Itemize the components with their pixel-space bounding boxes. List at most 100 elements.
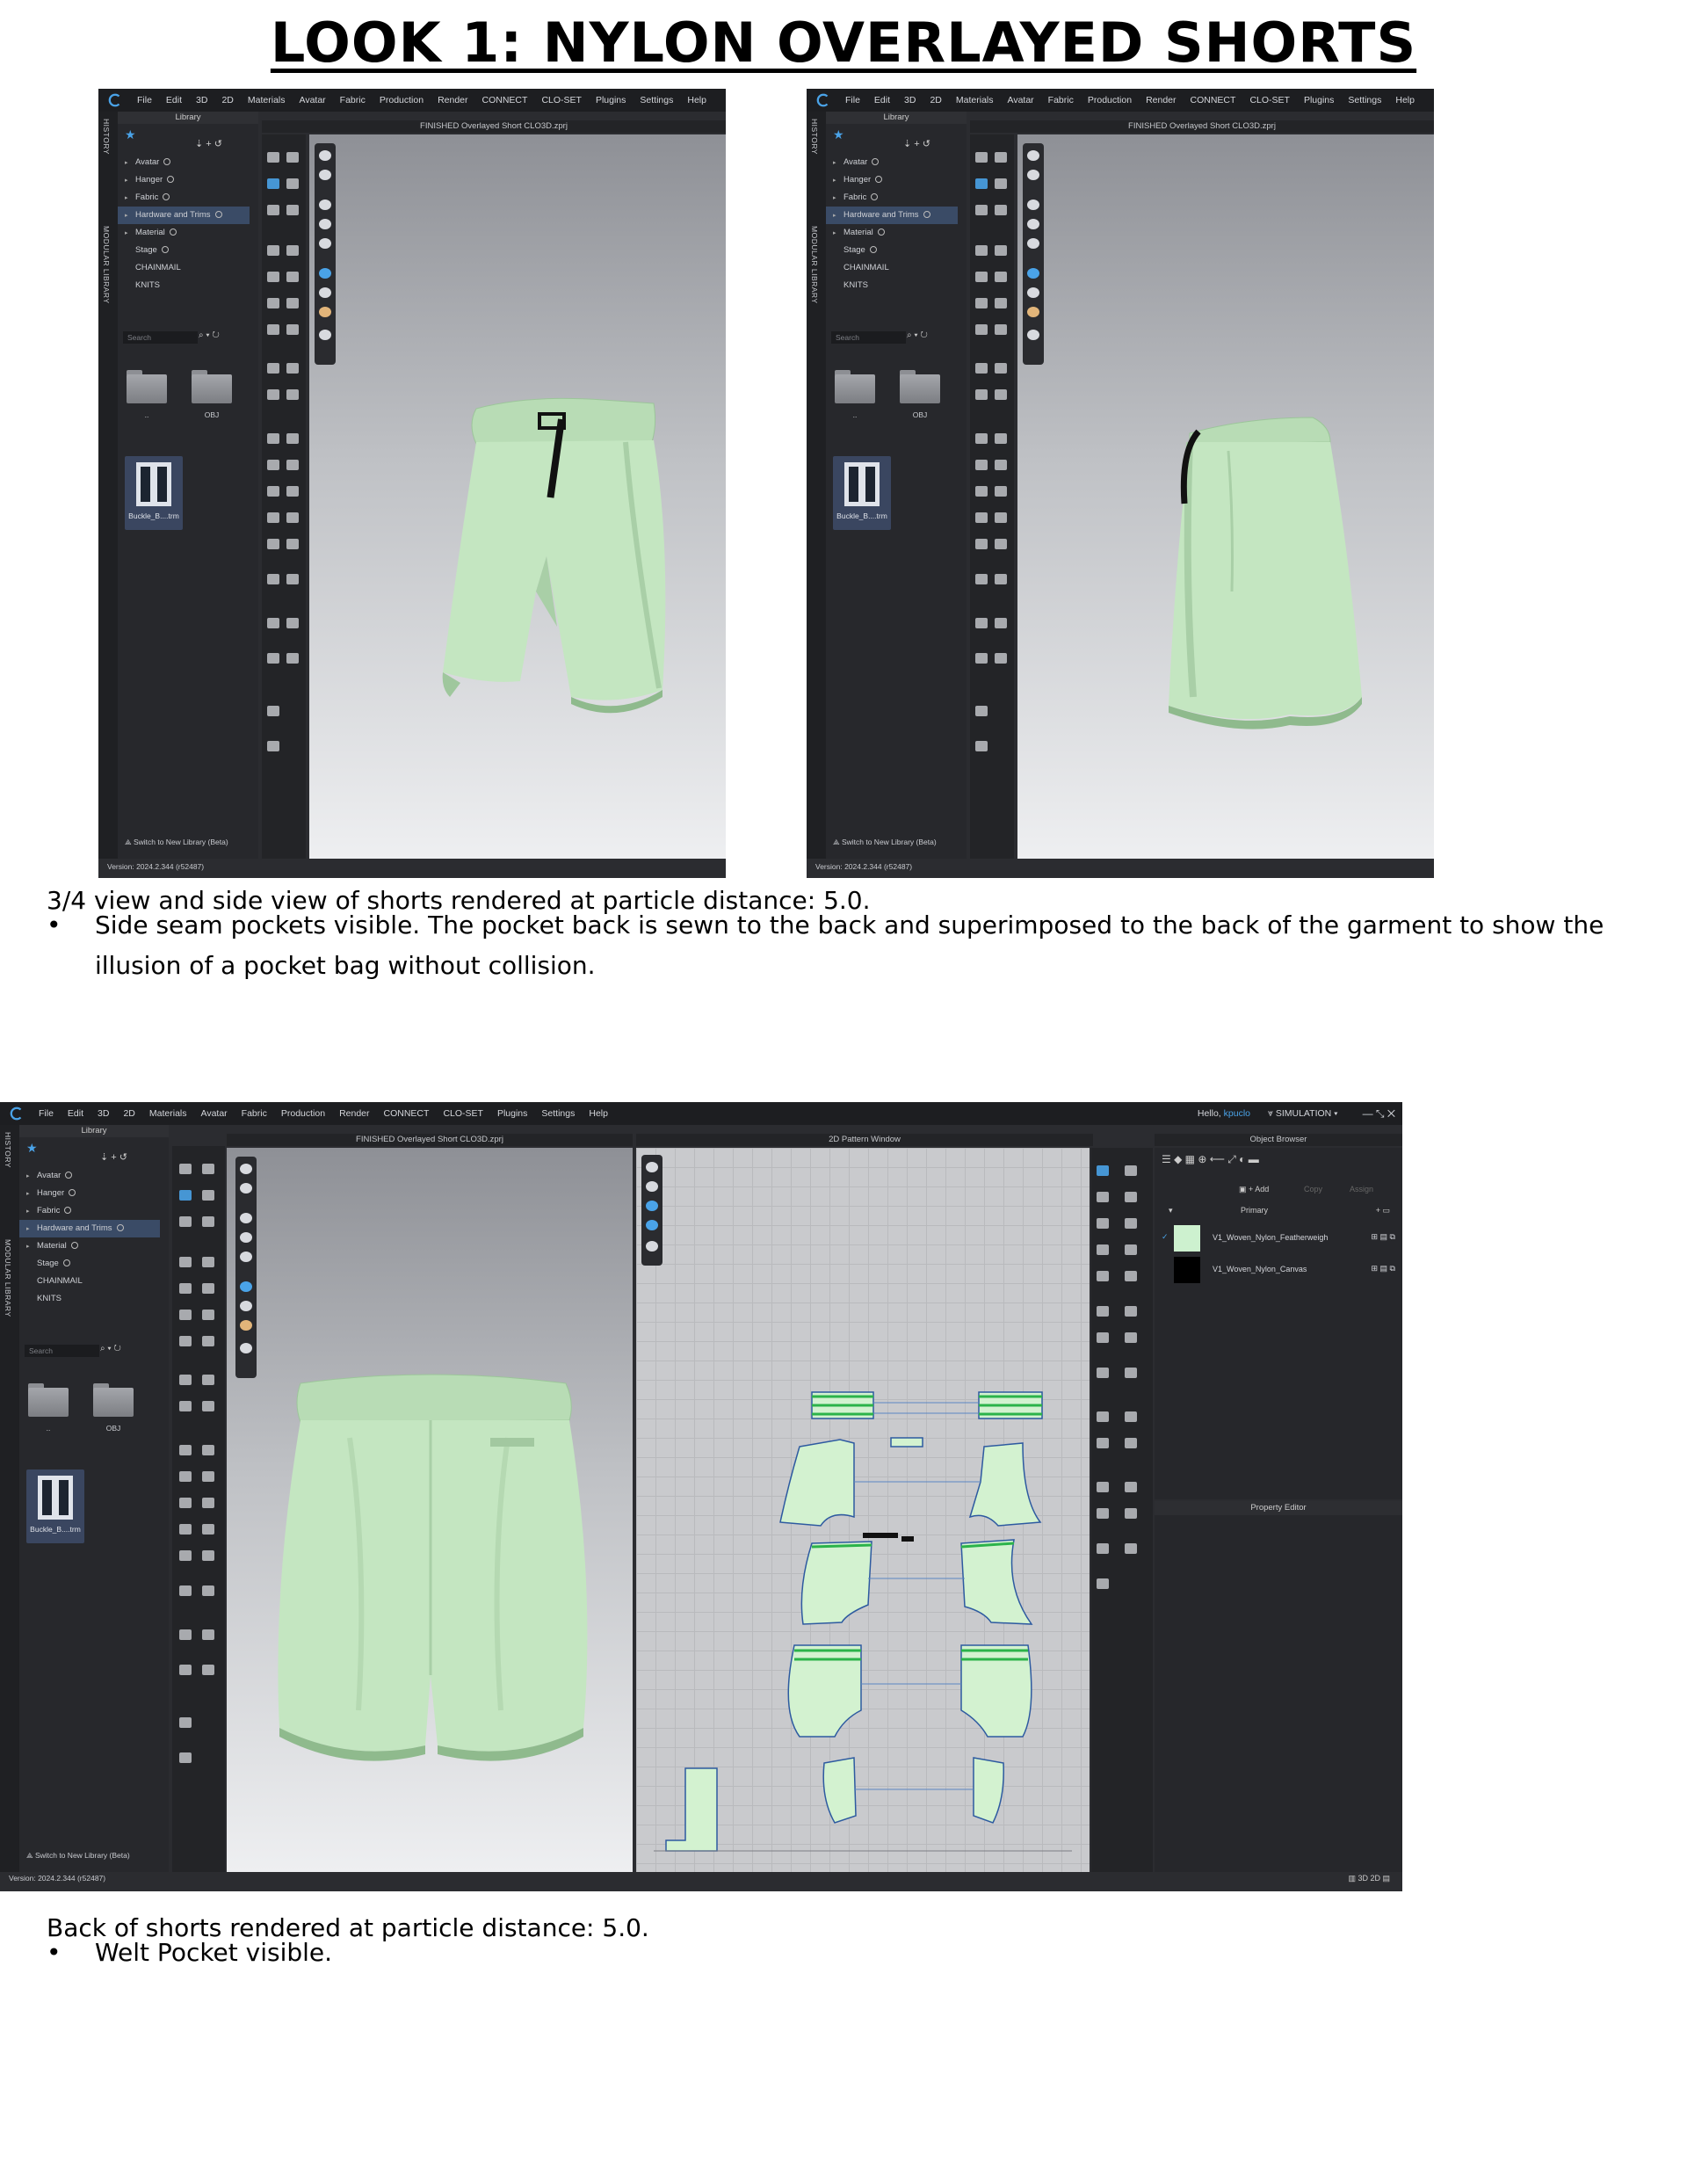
menu-render[interactable]: Render — [438, 95, 467, 105]
menu-clo-set[interactable]: CLO-SET — [541, 95, 582, 105]
history-tab[interactable]: HISTORY — [4, 1132, 12, 1168]
folder-up-icon[interactable] — [835, 370, 875, 403]
favorites-star-icon[interactable]: ★ — [833, 127, 844, 142]
tool-icon[interactable] — [995, 298, 1007, 308]
tree-item-hardware-and-trims[interactable]: ▸ Hardware and Trims — [826, 207, 958, 224]
folder-obj-icon[interactable] — [93, 1383, 134, 1417]
menu-file[interactable]: File — [845, 95, 860, 105]
tool-icon[interactable] — [202, 1216, 214, 1227]
fabric-row-canvas[interactable]: V1_Woven_Nylon_Canvas ⊞ ▤ ⧉ — [1162, 1257, 1395, 1283]
tool-icon[interactable] — [179, 1498, 192, 1508]
menu-help[interactable]: Help — [1395, 95, 1415, 105]
tool-icon[interactable] — [179, 1283, 192, 1294]
tool-icon[interactable] — [179, 1665, 192, 1675]
user-name[interactable]: kpuclo — [1224, 1108, 1250, 1119]
tool-icon[interactable] — [286, 486, 299, 497]
tool-icon[interactable] — [1097, 1438, 1109, 1448]
3d-viewport[interactable] — [309, 134, 726, 859]
tool-icon[interactable] — [202, 1257, 214, 1267]
library-actions-icon[interactable]: ⇣ + ↺ — [903, 138, 930, 149]
tool-icon[interactable] — [995, 618, 1007, 628]
tool-icon[interactable] — [267, 460, 279, 470]
buckle-trim-file[interactable]: Buckle_B....trm — [125, 456, 183, 530]
tool-icon[interactable] — [995, 433, 1007, 444]
tool-icon[interactable] — [179, 1471, 192, 1482]
menu-settings[interactable]: Settings — [541, 1108, 575, 1119]
menu-3d[interactable]: 3D — [98, 1108, 109, 1119]
tool-icon[interactable] — [995, 245, 1007, 256]
tool-icon[interactable] — [179, 1717, 192, 1728]
tool-icon[interactable] — [286, 178, 299, 189]
tool-icon[interactable] — [975, 324, 988, 335]
menu-production[interactable]: Production — [281, 1108, 325, 1119]
tool-icon[interactable] — [267, 574, 279, 584]
tool-icon[interactable] — [1097, 1271, 1109, 1281]
tool-icon[interactable] — [179, 1190, 192, 1201]
3d-viewport[interactable] — [1017, 134, 1434, 859]
menu-production[interactable]: Production — [380, 95, 424, 105]
tool-icon[interactable] — [202, 1550, 214, 1561]
menu-help[interactable]: Help — [687, 95, 706, 105]
tool-icon[interactable] — [1125, 1438, 1137, 1448]
tool-icon[interactable] — [975, 539, 988, 549]
window-controls[interactable]: — ⤡ ✕ — [1363, 1107, 1395, 1121]
tool-icon[interactable] — [179, 1336, 192, 1346]
menu-settings[interactable]: Settings — [1348, 95, 1381, 105]
favorites-star-icon[interactable]: ★ — [125, 127, 136, 142]
tool-icon[interactable] — [267, 245, 279, 256]
tool-icon[interactable] — [1097, 1244, 1109, 1255]
library-actions-icon[interactable]: ⇣ + ↺ — [195, 138, 222, 149]
tool-icon[interactable] — [179, 1375, 192, 1385]
3d-viewport[interactable] — [227, 1148, 633, 1872]
tree-item-stage[interactable]: Stage — [19, 1255, 160, 1273]
tool-icon[interactable] — [1125, 1411, 1137, 1422]
tool-icon[interactable] — [267, 324, 279, 335]
tool-icon[interactable] — [267, 653, 279, 664]
tool-icon[interactable] — [286, 433, 299, 444]
tool-icon[interactable] — [995, 205, 1007, 215]
tool-icon[interactable] — [975, 389, 988, 400]
menu-connect[interactable]: CONNECT — [482, 95, 528, 105]
menu-file[interactable]: File — [39, 1108, 54, 1119]
tool-icon[interactable] — [286, 152, 299, 163]
menu-settings[interactable]: Settings — [640, 95, 673, 105]
folder-up-icon[interactable] — [127, 370, 167, 403]
tool-icon[interactable] — [179, 1216, 192, 1227]
tree-item-material[interactable]: ▸ Material — [118, 224, 250, 242]
tool-icon[interactable] — [995, 574, 1007, 584]
tool-icon[interactable] — [975, 363, 988, 374]
tree-item-material[interactable]: ▸ Material — [19, 1237, 160, 1255]
tree-item-hardware-and-trims[interactable]: ▸ Hardware and Trims — [19, 1220, 160, 1237]
tool-icon[interactable] — [202, 1585, 214, 1596]
tool-icon[interactable] — [179, 1401, 192, 1411]
tree-item-chainmail[interactable]: CHAINMAIL — [118, 259, 250, 277]
tool-icon[interactable] — [267, 205, 279, 215]
tool-icon[interactable] — [995, 460, 1007, 470]
tool-icon[interactable] — [179, 1550, 192, 1561]
tool-icon[interactable] — [1125, 1271, 1137, 1281]
menu-3d[interactable]: 3D — [196, 95, 207, 105]
menu-file[interactable]: File — [137, 95, 152, 105]
folder-obj-icon[interactable] — [192, 370, 232, 403]
switch-library-link[interactable]: ⟁ Switch to New Library (Beta) — [26, 1851, 130, 1861]
tool-icon[interactable] — [267, 433, 279, 444]
menu-plugins[interactable]: Plugins — [596, 95, 626, 105]
tool-icon[interactable] — [286, 298, 299, 308]
tool-icon[interactable] — [286, 363, 299, 374]
library-search-input[interactable]: Search — [25, 1345, 99, 1357]
tool-icon[interactable] — [1125, 1165, 1137, 1176]
tool-icon[interactable] — [267, 178, 279, 189]
tree-item-knits[interactable]: KNITS — [19, 1290, 160, 1308]
add-fabric-button[interactable]: ▣ + Add — [1239, 1185, 1269, 1194]
switch-library-link[interactable]: ⟁ Switch to New Library (Beta) — [833, 838, 937, 847]
tool-icon[interactable] — [995, 363, 1007, 374]
folder-up-icon[interactable] — [28, 1383, 69, 1417]
tool-icon[interactable] — [975, 433, 988, 444]
tool-icon[interactable] — [1097, 1165, 1109, 1176]
modular-library-tab[interactable]: MODULAR LIBRARY — [102, 226, 111, 304]
tree-item-hanger[interactable]: ▸ Hanger — [826, 171, 958, 189]
tool-icon[interactable] — [267, 512, 279, 523]
tool-icon[interactable] — [1125, 1192, 1137, 1202]
tree-item-knits[interactable]: KNITS — [826, 277, 958, 294]
tool-icon[interactable] — [1097, 1411, 1109, 1422]
